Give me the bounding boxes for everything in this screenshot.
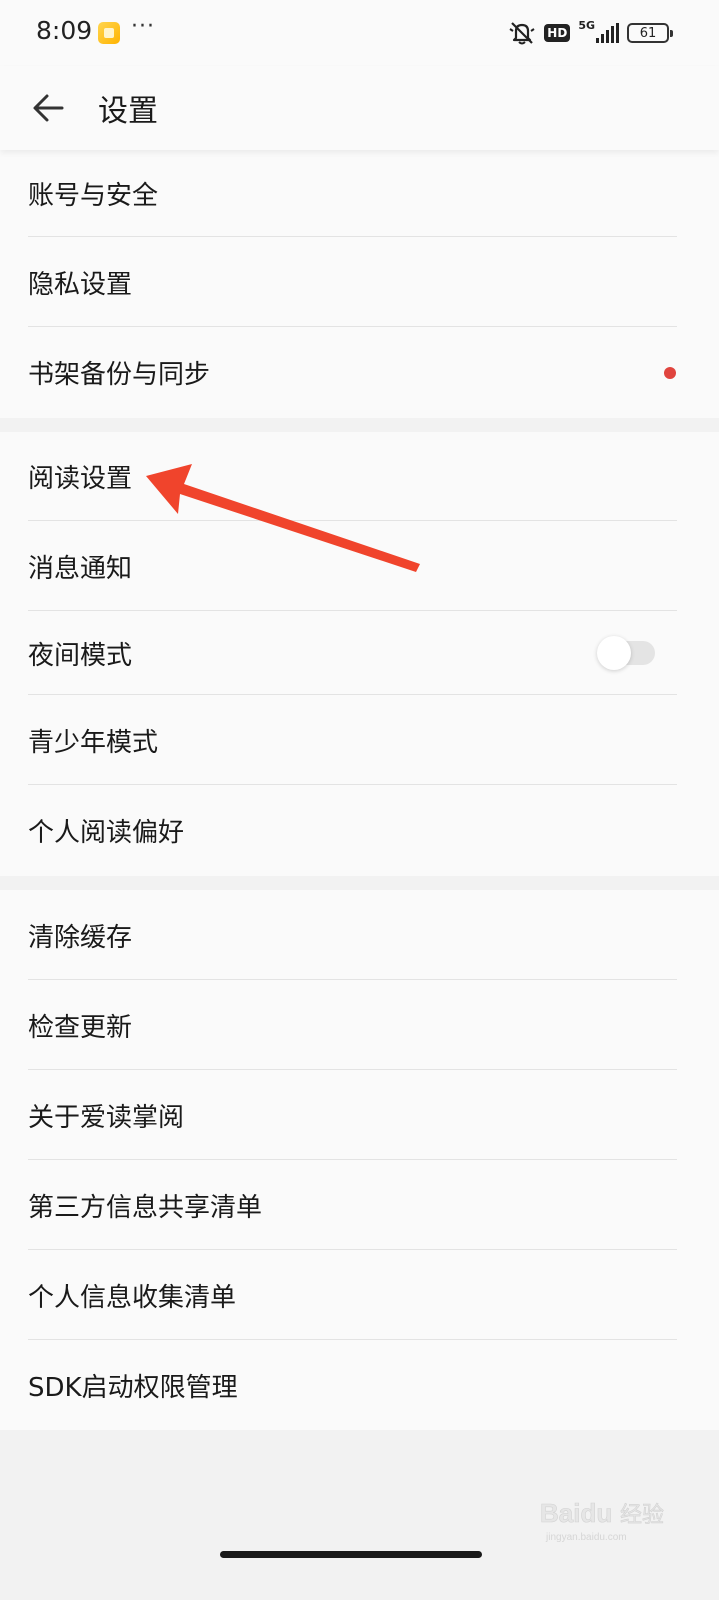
settings-item-about[interactable]: 关于爱读掌阅 — [0, 1070, 719, 1160]
settings-item-account-security[interactable]: 账号与安全 — [0, 150, 719, 237]
watermark-brand: Baidu — [540, 1498, 612, 1528]
settings-item-label: SDK启动权限管理 — [28, 1372, 238, 1403]
settings-item-label: 检查更新 — [28, 1012, 133, 1043]
settings-item-sdk-permissions[interactable]: SDK启动权限管理 — [0, 1340, 719, 1430]
settings-item-night-mode[interactable]: 夜间模式 — [0, 611, 719, 695]
settings-item-third-party-sharing[interactable]: 第三方信息共享清单 — [0, 1160, 719, 1250]
status-time: 8:09 — [36, 16, 93, 45]
more-notifications-icon: ··· — [131, 14, 155, 39]
settings-group-account: 账号与安全 隐私设置 书架备份与同步 — [0, 150, 719, 418]
back-arrow-icon[interactable] — [28, 86, 72, 130]
battery-level: 61 — [639, 25, 657, 41]
settings-item-bookshelf-backup[interactable]: 书架备份与同步 — [0, 327, 719, 418]
settings-item-label: 关于爱读掌阅 — [28, 1102, 185, 1133]
signal-strength-icon — [596, 23, 619, 43]
page-title: 设置 — [98, 94, 158, 129]
baidu-watermark-logo: Baidu 经验 jingyan.baidu.com — [540, 1498, 664, 1543]
annotation-arrow-icon — [146, 464, 420, 572]
settings-item-label: 清除缓存 — [28, 922, 133, 953]
mute-bell-icon — [509, 22, 535, 45]
app-bar: 设置 — [0, 66, 719, 150]
watermark-suffix: 经验 — [620, 1503, 664, 1528]
night-mode-toggle[interactable] — [597, 636, 655, 670]
network-type-label: 5G — [578, 18, 595, 32]
settings-item-label: 夜间模式 — [28, 640, 133, 671]
status-bar: 8:09 ··· HD 5G 61 — [0, 0, 719, 66]
settings-item-label: 账号与安全 — [28, 181, 159, 211]
settings-group-about: 清除缓存 检查更新 关于爱读掌阅 第三方信息共享清单 个人信息收集清单 SDK启… — [0, 890, 719, 1430]
settings-item-label: 个人信息收集清单 — [28, 1282, 237, 1313]
settings-item-check-update[interactable]: 检查更新 — [0, 980, 719, 1070]
settings-item-reading-preferences[interactable]: 个人阅读偏好 — [0, 785, 719, 876]
settings-item-personal-info-list[interactable]: 个人信息收集清单 — [0, 1250, 719, 1340]
settings-item-label: 隐私设置 — [28, 269, 133, 300]
watermark-domain: jingyan.baidu.com — [545, 1532, 627, 1543]
settings-item-label: 书架备份与同步 — [28, 360, 211, 390]
hd-badge: HD — [544, 24, 571, 42]
notification-app-icon — [98, 22, 120, 44]
settings-item-clear-cache[interactable]: 清除缓存 — [0, 890, 719, 980]
settings-item-label: 第三方信息共享清单 — [28, 1192, 263, 1223]
home-indicator[interactable] — [220, 1551, 482, 1558]
battery-icon: 61 — [627, 23, 673, 43]
settings-item-label: 阅读设置 — [28, 464, 133, 494]
toggle-knob — [597, 636, 631, 670]
status-icons: HD 5G 61 — [508, 18, 673, 48]
settings-item-label: 个人阅读偏好 — [28, 818, 185, 848]
settings-item-teen-mode[interactable]: 青少年模式 — [0, 695, 719, 785]
new-badge-dot — [664, 366, 676, 379]
settings-item-label: 消息通知 — [28, 553, 133, 584]
settings-item-label: 青少年模式 — [28, 727, 159, 758]
settings-item-privacy[interactable]: 隐私设置 — [0, 237, 719, 327]
